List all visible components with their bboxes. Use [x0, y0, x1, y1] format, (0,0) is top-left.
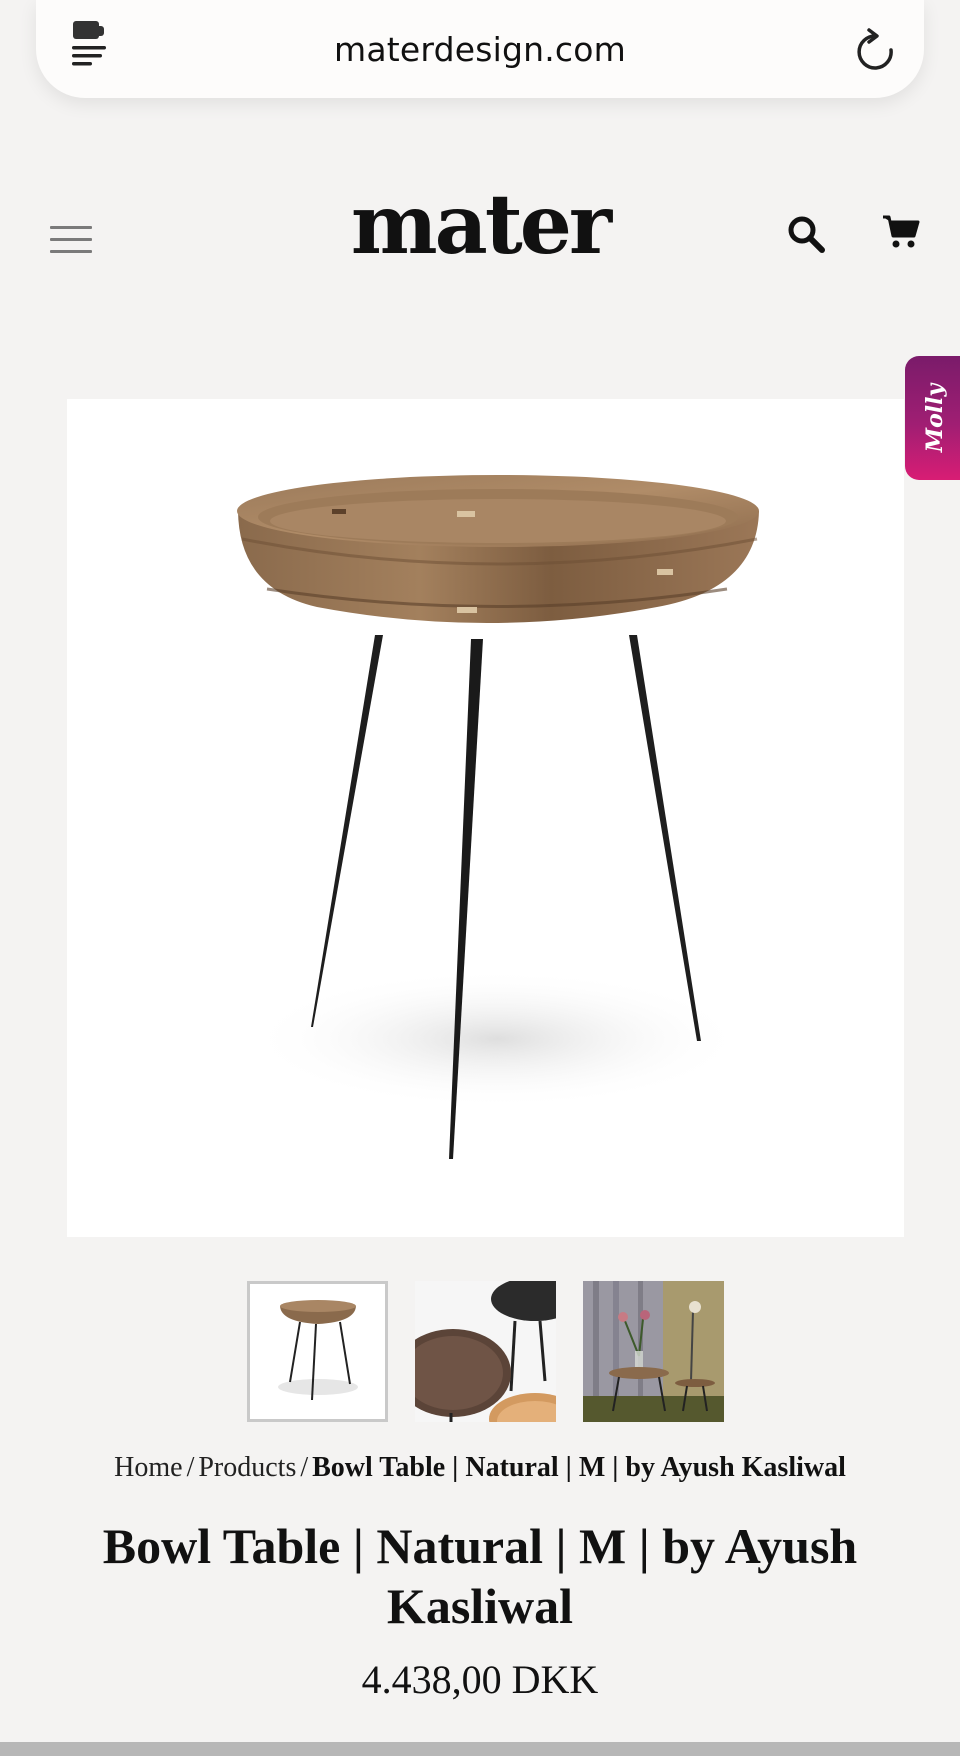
- bottom-bar: [0, 1742, 960, 1756]
- url-text[interactable]: materdesign.com: [36, 30, 924, 69]
- product-title: Bowl Table | Natural | M | by Ayush Kasl…: [102, 1518, 858, 1634]
- thumbnail-1[interactable]: [247, 1281, 388, 1422]
- breadcrumb-current: Bowl Table | Natural | M | by Ayush Kasl…: [312, 1452, 846, 1483]
- breadcrumb-separator: /: [300, 1452, 309, 1483]
- thumbnail-natural-bowl-table: [250, 1284, 385, 1419]
- product-main-image[interactable]: [67, 399, 904, 1237]
- cart-icon[interactable]: [882, 214, 920, 250]
- thumbnail-3[interactable]: [583, 1281, 724, 1422]
- reload-icon[interactable]: [856, 28, 896, 72]
- browser-address-bar[interactable]: materdesign.com: [36, 0, 924, 98]
- breadcrumb-home[interactable]: Home: [114, 1452, 182, 1483]
- thumbnail-2[interactable]: [415, 1281, 556, 1422]
- bowl-table-illustration: [237, 475, 759, 1159]
- breadcrumb: Home / Products / Bowl Table | Natural | M |…: [0, 1452, 960, 1484]
- breadcrumb-separator: /: [186, 1452, 195, 1483]
- molly-assistant-tab[interactable]: Molly: [905, 356, 960, 480]
- thumbnail-bowl-tables-in-room: [583, 1281, 724, 1422]
- thumbnail-dark-and-light-bowl-tables: [415, 1281, 556, 1422]
- molly-label: Molly: [922, 383, 948, 453]
- product-price: 4.438,00 DKK: [361, 1657, 599, 1702]
- search-icon[interactable]: [786, 214, 826, 254]
- breadcrumb-products[interactable]: Products: [198, 1452, 296, 1483]
